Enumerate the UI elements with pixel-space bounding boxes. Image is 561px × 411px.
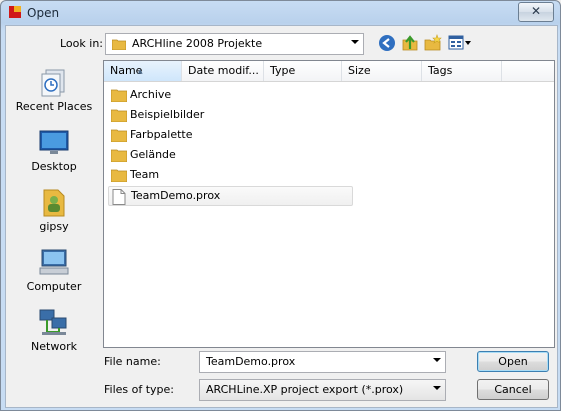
dialog-body: Look in: ARCHline 2008 Projekte Recent P… xyxy=(5,25,558,408)
recent-places-icon xyxy=(41,69,65,97)
chevron-down-icon[interactable] xyxy=(351,40,359,44)
folder-icon xyxy=(111,109,127,122)
item-name: Gelände xyxy=(130,148,176,161)
cancel-button[interactable]: Cancel xyxy=(477,379,549,400)
folder-icon xyxy=(111,89,127,102)
place-label: Network xyxy=(31,340,77,353)
file-name-value: TeamDemo.prox xyxy=(206,355,296,368)
column-header: Name ▲ Date modif... Type Size Tags xyxy=(104,61,554,82)
computer-icon xyxy=(39,249,69,275)
place-label: Recent Places xyxy=(15,100,93,113)
item-name: Team xyxy=(130,168,160,181)
list-item-file-selected[interactable]: TeamDemo.prox xyxy=(108,186,353,206)
chevron-down-icon[interactable] xyxy=(433,358,441,362)
sort-ascending-icon: ▲ xyxy=(138,68,143,75)
document-icon xyxy=(112,189,126,205)
back-arrow-icon[interactable] xyxy=(378,34,396,52)
close-icon: ✕ xyxy=(530,4,542,18)
file-name-field[interactable]: TeamDemo.prox xyxy=(199,351,446,373)
folder-icon xyxy=(111,149,127,162)
folder-icon xyxy=(112,39,126,50)
file-type-label: Files of type: xyxy=(104,383,175,396)
column-size[interactable]: Size xyxy=(342,61,422,81)
look-in-dropdown[interactable]: ARCHline 2008 Projekte xyxy=(105,33,364,55)
close-button[interactable]: ✕ xyxy=(518,2,554,22)
place-desktop[interactable]: Desktop xyxy=(10,126,98,176)
column-date-modified[interactable]: Date modif... xyxy=(182,61,264,81)
up-folder-icon[interactable] xyxy=(401,34,419,52)
title-bar[interactable]: Open ✕ xyxy=(1,1,560,25)
user-folder-icon xyxy=(43,189,65,217)
place-user-folder[interactable]: gipsy xyxy=(10,186,98,236)
file-list[interactable]: Name ▲ Date modif... Type Size Tags Arch… xyxy=(103,60,555,348)
column-tags[interactable]: Tags xyxy=(422,61,502,81)
folder-icon xyxy=(111,129,127,142)
item-name: Archive xyxy=(130,88,172,101)
folder-icon xyxy=(111,169,127,182)
new-folder-icon[interactable] xyxy=(424,34,442,52)
file-type-dropdown[interactable]: ARCHLine.XP project export (*.prox) xyxy=(199,379,446,401)
chevron-down-icon[interactable] xyxy=(433,386,441,390)
look-in-value: ARCHline 2008 Projekte xyxy=(132,37,263,50)
place-computer[interactable]: Computer xyxy=(10,246,98,296)
open-button[interactable]: Open xyxy=(477,351,549,372)
place-recent-places[interactable]: Recent Places xyxy=(10,66,98,116)
place-network[interactable]: Network xyxy=(10,306,98,356)
views-menu-icon[interactable] xyxy=(448,34,472,52)
place-label: Computer xyxy=(26,280,82,293)
places-bar: Recent Places Desktop gipsy Computer Net… xyxy=(10,60,98,353)
app-icon xyxy=(9,6,21,18)
open-dialog: Open ✕ Look in: ARCHline 2008 Projekte R… xyxy=(0,0,561,411)
column-name[interactable]: Name ▲ xyxy=(104,61,182,81)
item-name: TeamDemo.prox xyxy=(131,189,221,202)
network-icon xyxy=(39,309,67,335)
file-type-value: ARCHLine.XP project export (*.prox) xyxy=(206,383,404,396)
item-name: Beispielbilder xyxy=(130,108,205,121)
look-in-label: Look in: xyxy=(60,37,103,50)
window-title: Open xyxy=(27,6,60,20)
place-label: Desktop xyxy=(31,160,77,173)
place-label: gipsy xyxy=(39,220,69,233)
file-name-label: File name: xyxy=(104,355,161,368)
desktop-icon xyxy=(39,130,69,154)
column-type[interactable]: Type xyxy=(264,61,342,81)
item-name: Farbpalette xyxy=(130,128,193,141)
